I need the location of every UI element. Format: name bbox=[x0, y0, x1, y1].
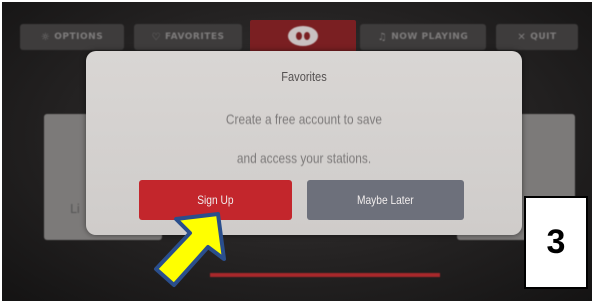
tab-iheart[interactable] bbox=[250, 20, 356, 52]
step-number-badge: 3 bbox=[524, 196, 588, 289]
favorites-icon: ♡ bbox=[151, 31, 161, 43]
tab-options-label: OPTIONS bbox=[54, 32, 104, 42]
top-nav-bar: ☼ OPTIONS ♡ FAVORITES ♫ NOW PLAYING ✕ QU… bbox=[2, 20, 592, 52]
maybe-later-label: Maybe Later bbox=[357, 193, 414, 207]
gear-icon: ☼ bbox=[40, 31, 51, 43]
app-screen: ☼ OPTIONS ♡ FAVORITES ♫ NOW PLAYING ✕ QU… bbox=[2, 2, 592, 301]
background-progress-line bbox=[210, 273, 440, 277]
pointer-arrow-icon bbox=[154, 212, 226, 287]
sign-up-label: Sign Up bbox=[197, 193, 234, 207]
iheart-logo bbox=[288, 26, 318, 46]
dialog-title: Favorites bbox=[281, 69, 327, 84]
tab-quit-label: QUIT bbox=[530, 32, 557, 42]
dialog-message-line-1: Create a free account to save bbox=[225, 111, 383, 127]
close-icon: ✕ bbox=[517, 31, 527, 43]
tab-favorites-label: FAVORITES bbox=[164, 32, 225, 42]
maybe-later-button[interactable]: Maybe Later bbox=[307, 180, 464, 220]
tab-now-playing-label: NOW PLAYING bbox=[391, 32, 469, 42]
step-number: 3 bbox=[546, 223, 566, 261]
tab-options[interactable]: ☼ OPTIONS bbox=[20, 24, 124, 50]
dialog-message-line-2: and access your stations. bbox=[236, 150, 372, 166]
favorites-dialog: Favorites Create a free account to save … bbox=[86, 51, 522, 235]
tab-quit[interactable]: ✕ QUIT bbox=[496, 24, 578, 50]
music-note-icon: ♫ bbox=[377, 31, 388, 43]
tab-favorites[interactable]: ♡ FAVORITES bbox=[134, 24, 242, 50]
background-card-text: Li bbox=[70, 202, 81, 216]
tab-now-playing[interactable]: ♫ NOW PLAYING bbox=[360, 24, 486, 50]
